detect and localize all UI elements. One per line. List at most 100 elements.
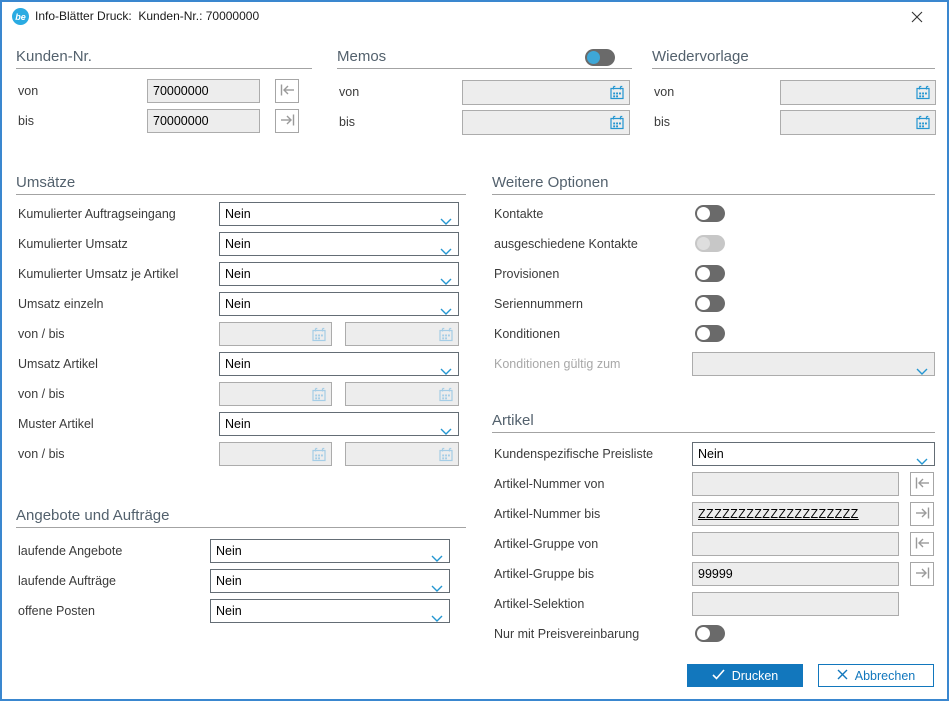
chevron-down-icon xyxy=(431,608,443,630)
umsaetze-row-label: Kumulierter Umsatz xyxy=(18,232,128,256)
calendar-icon[interactable] xyxy=(609,85,625,106)
weitere-row-label: Konditionen xyxy=(494,322,560,346)
memos-bis-datefield[interactable] xyxy=(462,110,630,135)
umsaetze-row-label: von / bis xyxy=(18,442,65,466)
close-button[interactable] xyxy=(909,10,925,26)
artikel-gruppe-von-first-button[interactable] xyxy=(910,532,934,556)
chevron-down-icon xyxy=(440,361,452,383)
memos-toggle[interactable] xyxy=(585,49,615,66)
arrow-last-icon xyxy=(914,506,931,523)
calendar-icon[interactable] xyxy=(915,115,931,136)
cancel-button[interactable]: Abbrechen xyxy=(818,664,934,687)
chevron-down-icon xyxy=(440,301,452,323)
calendar-icon[interactable] xyxy=(311,447,327,468)
konditionen-gueltig-zum-select xyxy=(692,352,935,376)
angebote-row-label: offene Posten xyxy=(18,599,95,623)
calendar-icon[interactable] xyxy=(609,115,625,136)
wiedervorlage-bis-label: bis xyxy=(654,110,670,134)
umsaetze-row-label: Muster Artikel xyxy=(18,412,94,436)
chevron-down-icon xyxy=(440,421,452,443)
weitere-row-label: Provisionen xyxy=(494,262,559,286)
wiedervorlage-von-datefield[interactable] xyxy=(780,80,936,105)
umsaetze-kumulierter-umsatz-select[interactable]: Nein xyxy=(219,232,459,256)
muster-artikel-von-datefield[interactable] xyxy=(219,442,332,466)
muster-artikel-bis-datefield[interactable] xyxy=(345,442,459,466)
toggle-knob xyxy=(697,237,710,250)
artikel-gruppe-von-input[interactable] xyxy=(692,532,899,556)
calendar-icon[interactable] xyxy=(311,327,327,348)
select-value: Nein xyxy=(698,447,724,461)
calendar-icon[interactable] xyxy=(438,447,454,468)
chevron-down-icon xyxy=(440,241,452,263)
memos-bis-label: bis xyxy=(339,110,355,134)
offene-posten-select[interactable]: Nein xyxy=(210,599,450,623)
section-title: Kunden-Nr. xyxy=(16,48,92,65)
section-title: Wiedervorlage xyxy=(652,48,749,65)
weitere-row-label: Seriennummern xyxy=(494,292,583,316)
arrow-first-icon xyxy=(914,536,931,553)
artikel-row-label: Artikel-Selektion xyxy=(494,592,584,616)
artikel-nummer-von-input[interactable] xyxy=(692,472,899,496)
chevron-down-icon xyxy=(440,271,452,293)
artikel-row-label: Artikel-Gruppe bis xyxy=(494,562,594,586)
artikel-nummer-bis-last-button[interactable] xyxy=(910,502,934,526)
artikel-selektion-input[interactable] xyxy=(692,592,899,616)
calendar-icon[interactable] xyxy=(311,387,327,408)
weitere-row-label: Konditionen gültig zum xyxy=(494,352,620,376)
select-value: Nein xyxy=(225,417,251,431)
laufende-auftraege-select[interactable]: Nein xyxy=(210,569,450,593)
select-value: Nein xyxy=(216,574,242,588)
provisionen-toggle[interactable] xyxy=(695,265,725,282)
cancel-button-label: Abbrechen xyxy=(855,669,915,683)
kontakte-toggle[interactable] xyxy=(695,205,725,222)
artikel-row-label: Artikel-Nummer bis xyxy=(494,502,600,526)
toggle-knob xyxy=(697,327,710,340)
nur-mit-preisvereinbarung-toggle[interactable] xyxy=(695,625,725,642)
artikel-gruppe-bis-last-button[interactable] xyxy=(910,562,934,586)
arrow-first-icon xyxy=(279,83,296,100)
umsatz-artikel-von-datefield[interactable] xyxy=(219,382,332,406)
wiedervorlage-bis-datefield[interactable] xyxy=(780,110,936,135)
close-icon xyxy=(910,12,924,27)
muster-artikel-select[interactable]: Nein xyxy=(219,412,459,436)
print-button[interactable]: Drucken xyxy=(687,664,803,687)
seriennummern-toggle[interactable] xyxy=(695,295,725,312)
umsaetze-auftragseingang-select[interactable]: Nein xyxy=(219,202,459,226)
umsatz-artikel-bis-datefield[interactable] xyxy=(345,382,459,406)
kunden-nr-bis-input[interactable] xyxy=(147,109,260,133)
konditionen-toggle[interactable] xyxy=(695,325,725,342)
chevron-down-icon xyxy=(431,548,443,570)
kundenspezifische-preisliste-select[interactable]: Nein xyxy=(692,442,935,466)
artikel-row-label: Nur mit Preisvereinbarung xyxy=(494,622,639,646)
umsatz-einzeln-bis-datefield[interactable] xyxy=(345,322,459,346)
artikel-row-label: Artikel-Nummer von xyxy=(494,472,604,496)
calendar-icon[interactable] xyxy=(438,327,454,348)
artikel-nummer-von-first-button[interactable] xyxy=(910,472,934,496)
kunden-nr-von-first-button[interactable] xyxy=(275,79,299,103)
section-title: Weitere Optionen xyxy=(492,174,608,191)
umsaetze-row-label: Kumulierter Umsatz je Artikel xyxy=(18,262,178,286)
memos-von-datefield[interactable] xyxy=(462,80,630,105)
artikel-nummer-bis-input[interactable] xyxy=(692,502,899,526)
select-value: Nein xyxy=(225,357,251,371)
toggle-knob xyxy=(697,627,710,640)
app-logo-icon: be xyxy=(12,8,29,25)
kunden-nr-von-input[interactable] xyxy=(147,79,260,103)
section-header-wiedervorlage: Wiedervorlage xyxy=(652,48,935,69)
weitere-row-label: ausgeschiedene Kontakte xyxy=(494,232,638,256)
umsatz-einzeln-von-datefield[interactable] xyxy=(219,322,332,346)
kunden-nr-bis-last-button[interactable] xyxy=(275,109,299,133)
select-value: Nein xyxy=(225,297,251,311)
toggle-knob xyxy=(697,207,710,220)
section-header-angebote: Angebote und Aufträge xyxy=(16,507,466,528)
section-title: Angebote und Aufträge xyxy=(16,507,169,524)
artikel-row-label: Kundenspezifische Preisliste xyxy=(494,442,653,466)
calendar-icon[interactable] xyxy=(915,85,931,106)
calendar-icon[interactable] xyxy=(438,387,454,408)
umsatz-artikel-select[interactable]: Nein xyxy=(219,352,459,376)
umsatz-einzeln-select[interactable]: Nein xyxy=(219,292,459,316)
laufende-angebote-select[interactable]: Nein xyxy=(210,539,450,563)
arrow-first-icon xyxy=(914,476,931,493)
artikel-gruppe-bis-input[interactable] xyxy=(692,562,899,586)
umsaetze-umsatz-je-artikel-select[interactable]: Nein xyxy=(219,262,459,286)
